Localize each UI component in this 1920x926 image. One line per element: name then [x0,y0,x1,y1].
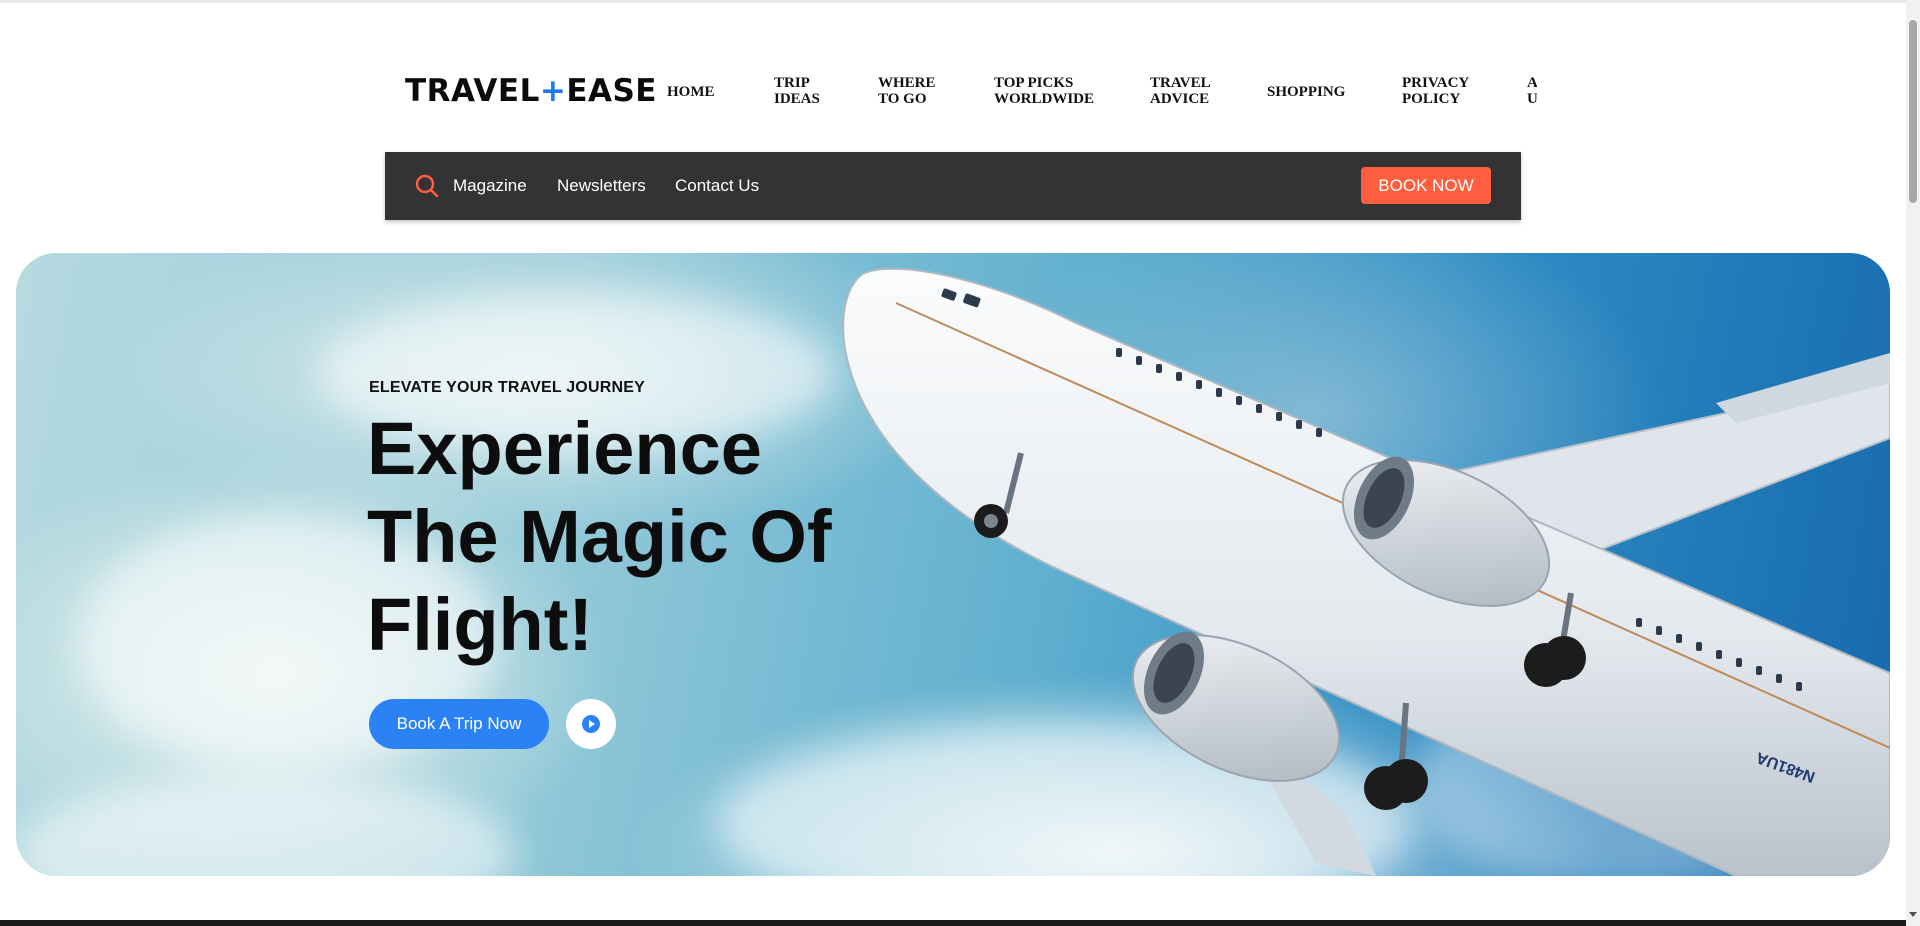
vertical-scrollbar[interactable] [1906,0,1920,926]
book-a-trip-button[interactable]: Book A Trip Now [369,699,549,749]
nav-item-label: TRAVEL [1150,75,1211,91]
airplane-image: N481UA [842,267,1890,876]
nav-item-label: PRIVACY [1402,75,1470,91]
nav-item-privacy-policy[interactable]: PRIVACY POLICY [1402,75,1469,107]
nav-item-shopping[interactable]: SHOPPING [1267,84,1345,100]
top-border [0,0,1920,3]
nav-item-where-to-go[interactable]: WHERE TO GO [878,75,936,107]
nav-item-label: TO GO [878,91,927,107]
headline-line: Experience [367,407,762,490]
hero-eyebrow: ELEVATE YOUR TRAVEL JOURNEY [369,379,645,396]
main-nav: HOME TRIP IDEAS WHERE TO GO TOP PICKS WO… [667,75,1537,115]
secondary-nav-bar: Magazine Newsletters Contact Us BOOK NOW [385,152,1521,220]
scroll-down-icon[interactable] [1909,912,1917,917]
play-triangle [589,720,595,728]
book-now-button[interactable]: BOOK NOW [1361,167,1491,204]
nav-item-trip-ideas[interactable]: TRIP IDEAS [774,75,820,107]
nav-item-label: TOP PICKS [994,75,1074,91]
scrollbar-thumb[interactable] [1909,20,1917,203]
logo[interactable]: TRAVEL+EASE [405,76,657,107]
headline-line: The Magic Of [367,495,832,578]
bottom-section-edge [0,920,1906,926]
headline-line: Flight! [367,583,594,666]
hero-banner: N481UA ELEVATE YOUR TRAVEL JOURNEY Exper… [16,253,1890,876]
nav-item-label: SHOPPING [1267,84,1346,100]
logo-text-right: EASE [566,73,657,109]
newsletters-link[interactable]: Newsletters [557,176,646,196]
magazine-link[interactable]: Magazine [453,176,527,196]
nav-item-label: ADVICE [1150,91,1210,107]
nav-item-label: WORLDWIDE [994,91,1095,107]
nav-item-home[interactable]: HOME [667,84,715,100]
nav-item-travel-advice[interactable]: TRAVEL ADVICE [1150,75,1211,107]
play-video-button[interactable] [566,699,616,749]
logo-text-left: TRAVEL [405,73,540,109]
hero-headline: Experience The Magic Of Flight! [367,405,927,669]
nav-item-label: HOME [667,84,715,100]
nav-item-label: POLICY [1402,91,1461,107]
nav-item-label: U [1527,91,1537,107]
nav-item-label: WHERE [878,75,936,91]
nav-item-label: IDEAS [774,91,820,107]
nav-item-label: A [1527,75,1537,91]
nav-item-about-us[interactable]: A U [1527,75,1537,107]
search-icon[interactable] [415,174,439,198]
logo-plus: + [539,73,567,109]
nav-item-top-picks[interactable]: TOP PICKS WORLDWIDE [994,75,1094,107]
nav-item-label: TRIP [774,75,810,91]
contact-us-link[interactable]: Contact Us [675,176,759,196]
